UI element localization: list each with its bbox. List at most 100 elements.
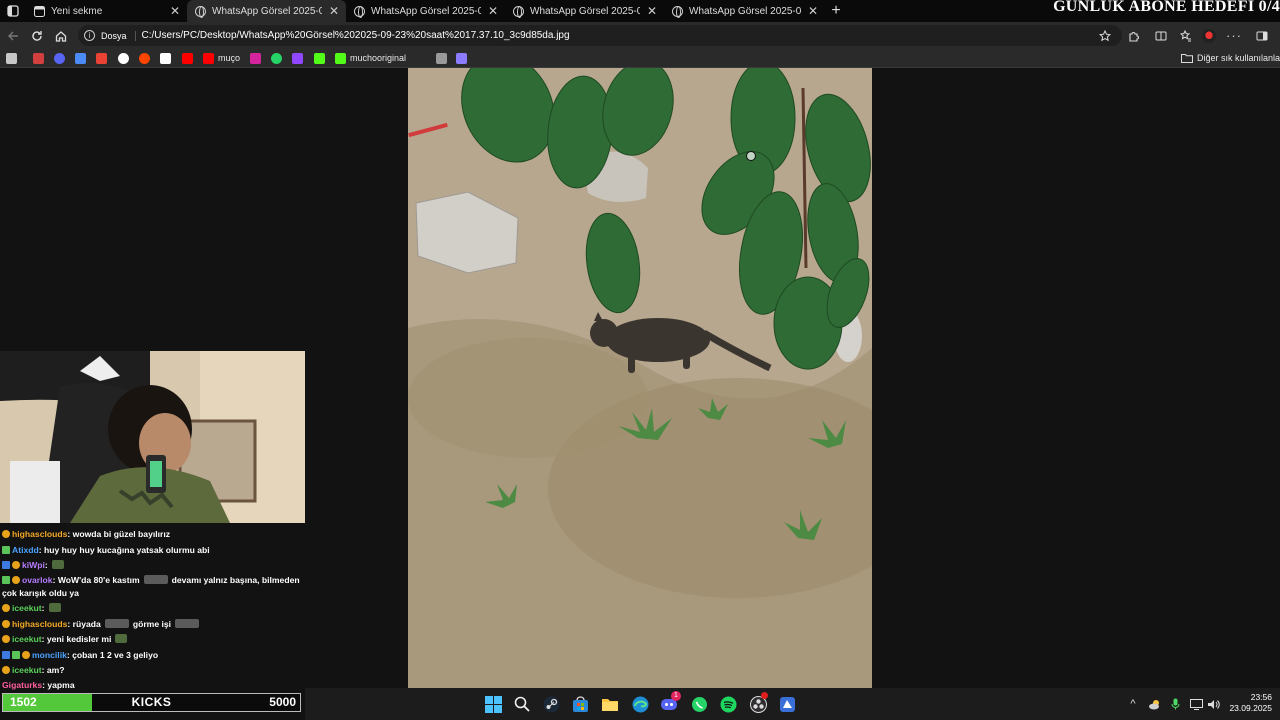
chat-username[interactable]: Gigaturks [2,680,42,690]
bookmark-item[interactable] [139,51,150,65]
tab-new[interactable]: Yeni sekme ✕ [26,0,187,22]
sidebar-toggle-button[interactable] [1249,22,1275,49]
bookmark-icon [33,52,44,64]
sub-badge-icon [2,635,10,643]
bookmark-item[interactable] [250,51,261,65]
tray-microphone-icon[interactable] [1168,697,1182,711]
chat-username[interactable]: iceekut [12,634,42,644]
settings-more-button[interactable]: ··· [1221,22,1247,49]
viewed-photo-kitten-in-garden[interactable] [408,68,872,688]
refresh-button[interactable] [25,22,49,49]
chat-username[interactable]: highasclouds [12,529,67,539]
sub-badge-icon [2,530,10,538]
extensions-button[interactable] [1121,22,1147,49]
bookmark-item[interactable] [96,51,107,65]
puzzle-icon [1129,31,1139,42]
tab-whatsapp-image[interactable]: WhatsApp Görsel 2025-09-23 saa ✕ [505,0,664,22]
chat-username[interactable]: ovarlok [22,575,53,585]
steam-icon [543,696,559,712]
taskbar-edge[interactable] [630,694,650,714]
tab-actions-icon [7,5,19,17]
taskbar-file-explorer[interactable] [600,694,620,714]
site-info-icon[interactable]: i [84,30,95,41]
tab-whatsapp-image-active[interactable]: WhatsApp Görsel 2025-09-23 saa ✕ [187,0,346,22]
store-icon [572,695,588,712]
bookmark-item[interactable] [271,51,282,65]
chat-text: : yapma [42,680,75,690]
back-button[interactable] [1,22,25,49]
bookmark-item[interactable] [6,51,17,65]
microphone-icon [1171,698,1179,710]
globe-icon [354,5,365,18]
home-button[interactable] [49,22,73,49]
split-screen-button[interactable] [1148,22,1174,49]
bookmark-item[interactable] [75,51,86,65]
chat-username[interactable]: highasclouds [12,619,67,629]
tab-whatsapp-image[interactable]: WhatsApp Görsel 2025-09-23 saa ✕ [664,0,825,22]
close-icon[interactable]: ✕ [169,4,181,18]
url-text[interactable]: C:/Users/PC/Desktop/WhatsApp%20Görsel%20… [142,30,570,41]
network-icon [1189,698,1203,710]
tab-title: WhatsApp Görsel 2025-09-23 saa [530,5,640,17]
notification-badge: 1 [671,691,681,701]
profile-button[interactable] [1196,22,1222,49]
bookmark-item[interactable] [54,51,65,65]
close-icon[interactable]: ✕ [328,4,340,18]
taskbar-store[interactable] [570,694,590,714]
address-bar[interactable]: i Dosya C:/Users/PC/Desktop/WhatsApp%20G… [78,25,1122,46]
system-clock[interactable]: 23:56 23.09.2025 [1226,692,1272,714]
streamer-webcam [0,351,305,523]
twitch-icon [292,52,303,64]
search-icon [514,696,530,712]
bookmark-item[interactable]: muço [203,51,240,65]
tray-network-icon[interactable] [1189,697,1203,711]
chat-username[interactable]: iceekut [12,603,42,613]
chat-emote [115,634,128,643]
chat-username[interactable]: Atixdd [12,545,39,555]
youtube-icon [182,52,193,64]
bookmark-item[interactable] [118,51,129,65]
taskbar-spotify[interactable] [718,694,738,714]
other-bookmarks-folder[interactable]: Diğer sık kullanılanlar [1181,51,1280,65]
clock-date: 23.09.2025 [1229,703,1272,713]
tray-overflow-chevron-icon[interactable]: ^ [1126,697,1140,711]
taskbar-whatsapp[interactable] [689,694,709,714]
taskbar-discord[interactable]: 1 [659,691,681,714]
bookmark-item[interactable] [314,51,325,65]
globe-icon [513,5,524,18]
tray-volume-icon[interactable] [1206,697,1220,711]
tray-weather-icon[interactable] [1147,697,1161,711]
taskbar-app[interactable] [777,694,797,714]
bookmark-item[interactable] [436,51,447,65]
tab-actions-button[interactable] [0,0,26,22]
bookmark-item[interactable]: muchooriginal [335,51,406,65]
taskbar-steam[interactable] [541,694,561,714]
bookmark-icon [436,52,447,64]
chat-message: iceekut: am? [2,664,300,677]
close-icon[interactable]: ✕ [646,4,658,18]
gmail-icon [96,52,107,64]
favorite-star-button[interactable] [1092,22,1118,49]
bookmark-item[interactable] [292,51,303,65]
tab-whatsapp-image[interactable]: WhatsApp Görsel 2025-09-23 saa ✕ [346,0,505,22]
close-icon[interactable]: ✕ [807,4,819,18]
windows-start-icon [484,695,502,713]
chat-message: ovarlok: WoW'da 80'e kastım devamı yalnız… [2,574,300,600]
bookmark-item[interactable] [182,51,193,65]
close-icon[interactable]: ✕ [487,4,499,18]
bookmark-item[interactable] [160,51,171,65]
bookmark-item[interactable] [456,51,467,65]
bookmark-item[interactable] [33,51,44,65]
sub-badge-icon [2,666,10,674]
chat-emote [51,560,64,569]
taskbar-search-button[interactable] [512,694,532,714]
chat-username[interactable]: iceekut [12,665,42,675]
chat-text: : [44,560,48,570]
new-tab-button[interactable]: + [826,0,846,22]
windows-start-button[interactable] [483,694,503,714]
chat-username[interactable]: moncilik [32,650,67,660]
cloud-sun-icon [1148,699,1159,709]
taskbar-obs[interactable] [748,692,768,714]
chat-username[interactable]: kiWpi [22,560,45,570]
sub-badge-icon [2,620,10,628]
